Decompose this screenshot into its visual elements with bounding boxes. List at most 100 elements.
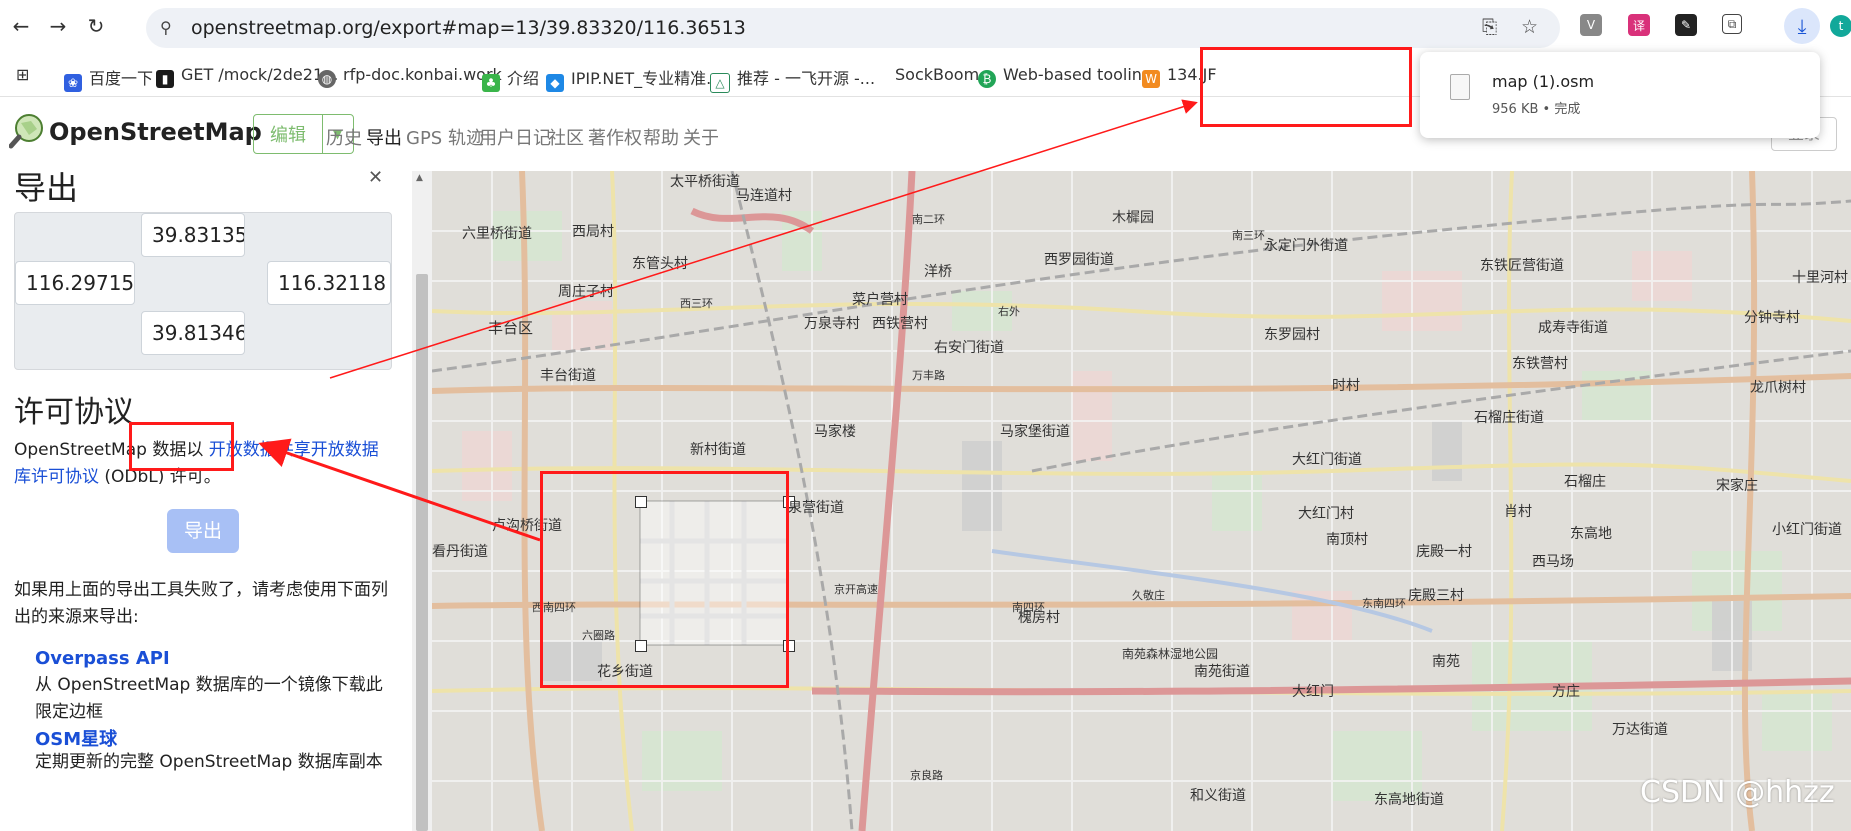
scrollbar-thumb[interactable] bbox=[416, 274, 428, 831]
baidu-icon: ❀ bbox=[64, 74, 82, 92]
file-icon bbox=[1450, 74, 1470, 100]
nav-help[interactable]: 帮助 bbox=[643, 124, 679, 150]
sidebar-title: 导出 bbox=[14, 171, 79, 207]
overpass-api-desc: 从 OpenStreetMap 数据库的一个镜像下载此限定边框 bbox=[35, 675, 383, 722]
download-icon[interactable]: ⤓ bbox=[1784, 8, 1820, 44]
edit-button[interactable]: 编辑 bbox=[254, 115, 323, 153]
sidebar-scrollbar[interactable]: ▲ bbox=[412, 171, 432, 831]
scroll-up-icon[interactable]: ▲ bbox=[416, 173, 423, 183]
map-label: 西罗园街道 bbox=[1044, 252, 1114, 268]
ipip-icon: ◆ bbox=[546, 74, 564, 92]
csdn-watermark: CSDN @hhzz bbox=[1640, 775, 1835, 810]
export-button[interactable]: 导出 bbox=[167, 509, 239, 553]
nav-community[interactable]: 社区 bbox=[548, 124, 584, 150]
map-label: 西局村 bbox=[572, 224, 614, 240]
back-icon[interactable]: ← bbox=[7, 12, 35, 40]
map-label: 方庄 bbox=[1552, 684, 1580, 700]
extension-translate-icon[interactable]: 译 bbox=[1628, 14, 1650, 36]
map-label: 洋桥 bbox=[924, 264, 952, 280]
nav-gps-traces[interactable]: GPS 轨迹 bbox=[406, 124, 484, 150]
bookmark-sockboom[interactable]: SockBoom bbox=[895, 65, 979, 84]
url-text[interactable]: openstreetmap.org/export#map=13/39.83320… bbox=[191, 17, 746, 39]
download-filename[interactable]: map (1).osm bbox=[1492, 72, 1594, 91]
site-info-icon[interactable]: ⚲ bbox=[160, 18, 172, 37]
bbox-panel: 39.83135 116.29715 116.32118 39.81346 bbox=[14, 212, 392, 370]
w-icon: W bbox=[1142, 70, 1160, 88]
map-label: 石榴庄街道 bbox=[1474, 410, 1544, 426]
map-label: 周庄子村 bbox=[558, 284, 614, 300]
bookmark-ipip[interactable]: ◆ IPIP.NET_专业精准... bbox=[546, 65, 721, 92]
map-label: 东铁营村 bbox=[1512, 356, 1568, 372]
map-label: 万丰路 bbox=[912, 369, 945, 382]
map-label: 右外 bbox=[998, 305, 1020, 318]
map-label: 东管头村 bbox=[632, 256, 688, 272]
bookmark-intro[interactable]: ♣ 介绍 bbox=[482, 65, 539, 92]
nav-export[interactable]: 导出 bbox=[366, 124, 402, 150]
address-bar[interactable]: ⚲ openstreetmap.org/export#map=13/39.833… bbox=[146, 8, 1560, 48]
map-label: 西三环 bbox=[680, 297, 713, 310]
map-label: 南二环 bbox=[912, 213, 945, 226]
map-label: 南苑街道 bbox=[1194, 664, 1250, 680]
bbox-east-input[interactable]: 116.32118 bbox=[267, 261, 391, 305]
bbox-west-input[interactable]: 116.29715 bbox=[15, 261, 135, 305]
install-app-icon[interactable]: ⎘ bbox=[1482, 16, 1497, 38]
osm-logo-icon[interactable] bbox=[9, 113, 45, 149]
bookmark-star-icon[interactable]: ☆ bbox=[1521, 16, 1538, 38]
nav-about[interactable]: 关于 bbox=[683, 124, 719, 150]
bookmark-baidu[interactable]: ❀ 百度一下 bbox=[64, 65, 153, 92]
map-label: 成寿寺街道 bbox=[1538, 320, 1608, 336]
map-label: 万达街道 bbox=[1612, 722, 1668, 738]
triangle-icon: △ bbox=[710, 73, 730, 93]
nav-history[interactable]: 历史 bbox=[326, 124, 362, 150]
bitcoin-icon: ₿ bbox=[978, 70, 996, 88]
close-icon[interactable]: ✕ bbox=[368, 171, 383, 188]
download-meta: 956 KB • 完成 bbox=[1492, 102, 1581, 117]
bookmark-yifei[interactable]: △ 推荐 - 一飞开源 -... bbox=[710, 65, 875, 93]
map-label: 京开高速 bbox=[834, 583, 878, 596]
map-label: 十里河村 bbox=[1792, 270, 1848, 286]
map-label: 东铁匠营街道 bbox=[1480, 258, 1564, 274]
nav-user-diaries[interactable]: 用户日记 bbox=[479, 124, 551, 150]
map-label: 泉营街道 bbox=[788, 500, 844, 516]
map-label: 龙爪树村 bbox=[1750, 380, 1806, 396]
map-label: 槐房村 bbox=[1018, 610, 1060, 626]
map-label: 庑殿一村 bbox=[1416, 544, 1472, 560]
bbox-south-input[interactable]: 39.81346 bbox=[141, 311, 245, 355]
osm-planet-link[interactable]: OSM星球 bbox=[35, 725, 117, 751]
map-label: 久敬庄 bbox=[1132, 589, 1165, 602]
license-title: 许可协议 bbox=[14, 395, 134, 430]
annotation-box-selection bbox=[540, 471, 789, 688]
overpass-api-link[interactable]: Overpass API bbox=[35, 648, 170, 669]
nav-copyright[interactable]: 著作权 bbox=[588, 124, 642, 150]
extension-edit-icon[interactable]: ✎ bbox=[1675, 14, 1697, 36]
forward-icon[interactable]: → bbox=[44, 12, 72, 40]
map-label: 永定门外街道 bbox=[1264, 238, 1348, 254]
profile-avatar[interactable]: t bbox=[1830, 15, 1851, 37]
terminal-icon: ▮ bbox=[156, 70, 174, 88]
reload-icon[interactable]: ↻ bbox=[82, 12, 110, 40]
bbox-north-input[interactable]: 39.83135 bbox=[141, 213, 245, 257]
map-label: 太平桥街道 bbox=[670, 174, 740, 190]
map-label: 南三环 bbox=[1232, 229, 1265, 242]
map-label: 右安门街道 bbox=[934, 340, 1004, 356]
bookmark-web-tooling[interactable]: ₿ Web-based toolin... bbox=[978, 65, 1157, 88]
map-label: 马家堡街道 bbox=[1000, 424, 1070, 440]
map-label: 西马场 bbox=[1532, 554, 1574, 570]
map-label: 西铁营村 bbox=[872, 316, 928, 332]
map-label: 万泉寺村 bbox=[804, 316, 860, 332]
extension-v-icon[interactable]: V bbox=[1580, 14, 1602, 36]
download-bubble[interactable]: map (1).osm 956 KB • 完成 bbox=[1420, 52, 1820, 138]
map-label: 东南四环 bbox=[1362, 597, 1406, 610]
annotation-box-download bbox=[1200, 47, 1412, 127]
map-label: 六里桥街道 bbox=[462, 226, 532, 242]
extensions-puzzle-icon[interactable]: ⧉ bbox=[1722, 14, 1742, 34]
map-label: 看丹街道 bbox=[432, 544, 488, 560]
bookmark-get-mock[interactable]: ▮ GET /mock/2de21... bbox=[156, 65, 338, 88]
osm-logo-text[interactable]: OpenStreetMap bbox=[49, 118, 262, 146]
apps-grid-icon[interactable]: ⊞ bbox=[16, 65, 29, 84]
map-label: 马连道村 bbox=[736, 188, 792, 204]
bookmark-rfp-doc[interactable]: ◍ rfp-doc.konbai.work bbox=[318, 65, 502, 88]
map-label: 南苑 bbox=[1432, 654, 1460, 670]
map-label: 新村街道 bbox=[690, 442, 746, 458]
map-label: 木樨园 bbox=[1112, 210, 1154, 226]
